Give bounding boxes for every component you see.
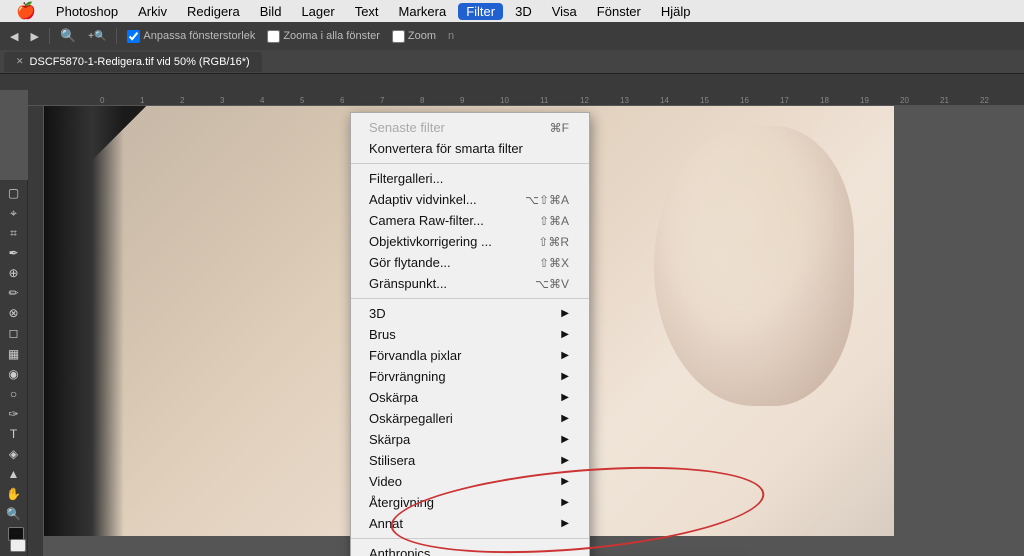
menu-granspunkt[interactable]: Gränspunkt... ⌥⌘V — [351, 273, 589, 294]
menubar-text[interactable]: Text — [347, 3, 387, 20]
toolbar-sep2 — [116, 28, 117, 44]
tool-eyedrop[interactable]: ✒ — [3, 244, 25, 262]
menu-sep3 — [351, 538, 589, 539]
menu-brus[interactable]: Brus ▶ — [351, 324, 589, 345]
menu-stilisera[interactable]: Stilisera ▶ — [351, 450, 589, 471]
tool-lasso[interactable]: ⌖ — [3, 204, 25, 222]
toolbar-zoom-out[interactable]: 🔍 — [56, 26, 80, 46]
ps-toolbar: ◀ ▶ 🔍 +🔍 Anpassa fönsterstorlek Zooma i … — [0, 22, 1024, 50]
menu-skärpa[interactable]: Skärpa ▶ — [351, 429, 589, 450]
menubar-redigera[interactable]: Redigera — [179, 3, 248, 20]
toolbar-zooma-all[interactable]: Zooma i alla fönster — [263, 30, 384, 43]
tab-filename: DSCF5870-1-Redigera.tif vid 50% (RGB/16*… — [30, 56, 250, 68]
menubar-markera[interactable]: Markera — [391, 3, 455, 20]
tool-eraser[interactable]: ◻ — [3, 324, 25, 342]
menubar-arkiv[interactable]: Arkiv — [130, 3, 175, 20]
menu-filtergalleri[interactable]: Filtergalleri... — [351, 168, 589, 189]
menu-senaste[interactable]: Senaste filter ⌘F — [351, 117, 589, 138]
menubar-lager[interactable]: Lager — [293, 3, 342, 20]
menu-flytande[interactable]: Gör flytande... ⇧⌘X — [351, 252, 589, 273]
tool-blur[interactable]: ◉ — [3, 365, 25, 383]
h-ruler: 0 1 2 3 4 5 6 7 8 9 10 11 12 13 14 15 16… — [28, 90, 1024, 106]
menu-sep2 — [351, 298, 589, 299]
apple-menu[interactable]: 🍎 — [8, 0, 44, 22]
menu-video[interactable]: Video ▶ — [351, 471, 589, 492]
toolbar-sep1 — [49, 28, 50, 44]
menu-objektivkorr[interactable]: Objektivkorrigering ... ⇧⌘R — [351, 231, 589, 252]
toolbar-fwd-btn[interactable]: ▶ — [26, 28, 42, 45]
menubar-visa[interactable]: Visa — [544, 3, 585, 20]
menubar-photoshop[interactable]: Photoshop — [48, 3, 126, 20]
menu-återgivning[interactable]: Återgivning ▶ — [351, 492, 589, 513]
toolbar-zoom-extra: n — [444, 28, 458, 44]
menubar-hjälp[interactable]: Hjälp — [653, 3, 699, 20]
tool-clone[interactable]: ⊗ — [3, 304, 25, 322]
menu-3d[interactable]: 3D ▶ — [351, 303, 589, 324]
filter-dropdown[interactable]: Senaste filter ⌘F Konvertera för smarta … — [350, 112, 590, 556]
canvas-area: ▢ ⌖ ⌗ ✒ ⊕ ✏ ⊗ ◻ ▦ ◉ ○ ✑ T ◈ ▲ ✋ 🔍 0 1 2 … — [0, 90, 1024, 556]
menu-annat[interactable]: Annat ▶ — [351, 513, 589, 534]
tool-bg-color[interactable] — [10, 539, 26, 553]
toolbar-anpassa[interactable]: Anpassa fönsterstorlek — [123, 30, 259, 43]
menu-sep1 — [351, 163, 589, 164]
menu-anthropics[interactable]: Anthropics — [351, 543, 589, 556]
photo-highlight — [674, 106, 834, 306]
tool-zoom[interactable]: 🔍 — [3, 505, 25, 523]
menubar-3d[interactable]: 3D — [507, 3, 540, 20]
menu-oskärpagalleri[interactable]: Oskärpegalleri ▶ — [351, 408, 589, 429]
menubar-filter[interactable]: Filter — [458, 3, 503, 20]
tool-brush[interactable]: ✏ — [3, 284, 25, 302]
tab-close-icon[interactable]: ✕ — [16, 56, 24, 67]
tool-shape[interactable]: ▲ — [3, 465, 25, 483]
toolbar-back-btn[interactable]: ◀ — [6, 28, 22, 45]
menu-forvrängning[interactable]: Förvrängning ▶ — [351, 366, 589, 387]
tools-panel: ▢ ⌖ ⌗ ✒ ⊕ ✏ ⊗ ◻ ▦ ◉ ○ ✑ T ◈ ▲ ✋ 🔍 — [0, 180, 28, 556]
tool-gradient[interactable]: ▦ — [3, 345, 25, 363]
menubar: 🍎 Photoshop Arkiv Redigera Bild Lager Te… — [0, 0, 1024, 22]
menu-oskärpa[interactable]: Oskärpa ▶ — [351, 387, 589, 408]
menu-konvertera[interactable]: Konvertera för smarta filter — [351, 138, 589, 159]
menu-cameraraw[interactable]: Camera Raw-filter... ⇧⌘A — [351, 210, 589, 231]
menu-forvandla[interactable]: Förvandla pixlar ▶ — [351, 345, 589, 366]
v-ruler: 0 1 2 3 4 5 6 7 8 9 — [28, 106, 44, 556]
ps-tabbar: ✕ DSCF5870-1-Redigera.tif vid 50% (RGB/1… — [0, 50, 1024, 74]
menubar-bild[interactable]: Bild — [252, 3, 290, 20]
tool-dodge[interactable]: ○ — [3, 385, 25, 403]
tool-text[interactable]: T — [3, 425, 25, 443]
tool-heal[interactable]: ⊕ — [3, 264, 25, 282]
photo-dark-left — [44, 106, 124, 536]
menu-adaptiv[interactable]: Adaptiv vidvinkel... ⌥⇧⌘A — [351, 189, 589, 210]
toolbar-zoom-in[interactable]: +🔍 — [84, 29, 110, 44]
toolbar-zoom[interactable]: Zoom — [388, 30, 440, 43]
tool-path[interactable]: ◈ — [3, 445, 25, 463]
tool-select[interactable]: ▢ — [3, 184, 25, 202]
tool-crop[interactable]: ⌗ — [3, 224, 25, 242]
menubar-fönster[interactable]: Fönster — [589, 3, 649, 20]
tool-hand[interactable]: ✋ — [3, 485, 25, 503]
ps-tab-main[interactable]: ✕ DSCF5870-1-Redigera.tif vid 50% (RGB/1… — [4, 52, 262, 72]
tool-pen[interactable]: ✑ — [3, 405, 25, 423]
